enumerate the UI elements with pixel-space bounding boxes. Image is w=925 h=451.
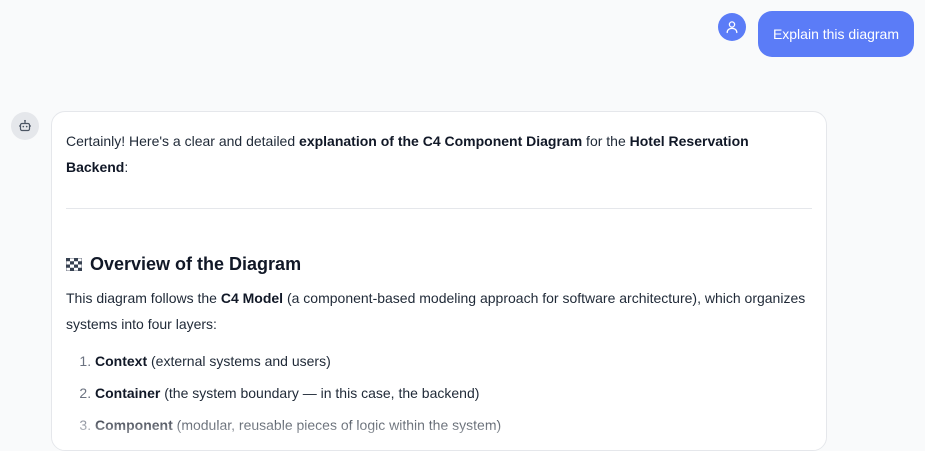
list-item: Component (modular, reusable pieces of l… bbox=[95, 409, 812, 441]
overview-text: This diagram follows the bbox=[66, 290, 221, 306]
layers-list: Context (external systems and users) Con… bbox=[66, 345, 812, 441]
layer-desc: (modular, reusable pieces of logic withi… bbox=[172, 417, 502, 433]
robot-icon bbox=[19, 119, 31, 132]
bot-avatar bbox=[11, 112, 39, 140]
layer-term: Context bbox=[95, 353, 148, 369]
user-message-row: Explain this diagram bbox=[717, 11, 914, 57]
overview-paragraph: This diagram follows the C4 Model (a com… bbox=[66, 285, 812, 337]
intro-text-end: : bbox=[124, 159, 129, 175]
user-icon bbox=[726, 21, 738, 34]
checkered-flag-icon bbox=[66, 257, 82, 271]
user-message-bubble: Explain this diagram bbox=[757, 11, 914, 57]
layer-term: Container bbox=[95, 385, 161, 401]
layer-desc: (external systems and users) bbox=[147, 353, 331, 369]
list-item: Container (the system boundary — in this… bbox=[95, 377, 812, 409]
layer-term: Component bbox=[95, 417, 173, 433]
intro-paragraph: Certainly! Here's a clear and detailed e… bbox=[66, 128, 812, 180]
intro-text: Certainly! Here's a clear and detailed bbox=[66, 133, 300, 149]
intro-text-mid: for the bbox=[582, 133, 630, 149]
assistant-message-content: Certainly! Here's a clear and detailed e… bbox=[52, 112, 826, 441]
list-item: Context (external systems and users) bbox=[95, 345, 812, 377]
intro-bold-diagram: explanation of the C4 Component Diagram bbox=[299, 133, 583, 149]
user-avatar bbox=[717, 13, 746, 41]
section-heading: Overview of the Diagram bbox=[66, 253, 812, 275]
overview-bold-model: C4 Model bbox=[220, 290, 284, 306]
section-heading-text: Overview of the Diagram bbox=[90, 254, 302, 274]
divider bbox=[66, 208, 812, 209]
layer-desc: (the system boundary — in this case, the… bbox=[160, 385, 480, 401]
assistant-message-card: Certainly! Here's a clear and detailed e… bbox=[51, 111, 827, 451]
